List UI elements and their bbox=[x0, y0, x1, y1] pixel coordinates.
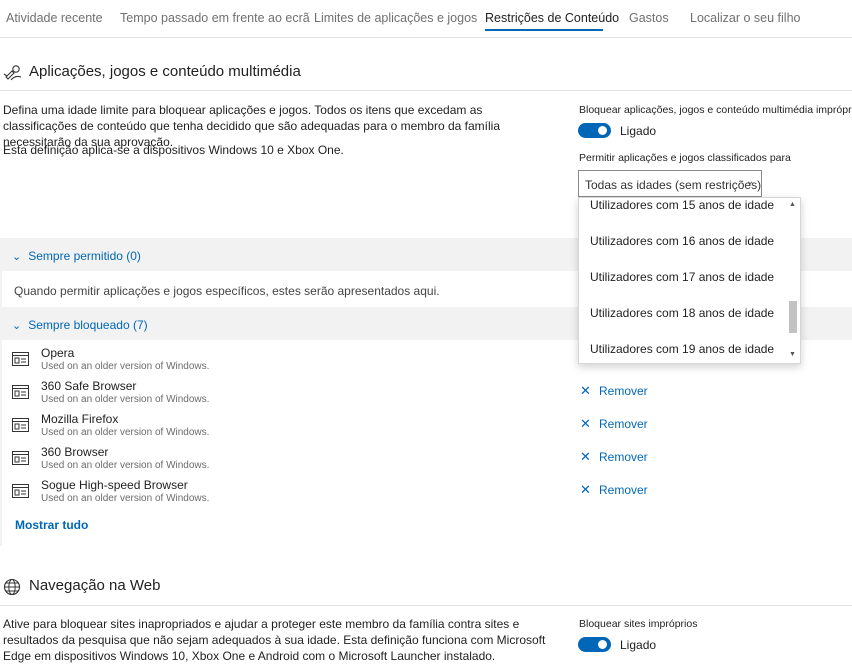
scroll-up-icon[interactable]: ▲ bbox=[789, 201, 796, 208]
divider bbox=[0, 37, 852, 38]
age-option[interactable]: Utilizadores com 15 anos de idade bbox=[590, 198, 774, 212]
age-option[interactable]: Utilizadores com 17 anos de idade bbox=[590, 270, 774, 284]
app-window-icon bbox=[12, 385, 29, 399]
close-icon: ✕ bbox=[580, 482, 591, 497]
app-subtitle: Used on an older version of Windows. bbox=[41, 427, 210, 438]
chevron-down-icon: ⌄ bbox=[12, 251, 22, 263]
remove-button[interactable]: ✕ Remover bbox=[580, 449, 648, 465]
divider bbox=[0, 605, 852, 606]
app-subtitle: Used on an older version of Windows. bbox=[41, 361, 210, 372]
app-name: Opera bbox=[41, 346, 75, 360]
apps-note: Esta definição aplica-se a dispositivos … bbox=[3, 143, 344, 157]
chevron-down-icon: ⌄ bbox=[746, 176, 755, 187]
always-blocked-header[interactable]: ⌄ Sempre bloqueado (7) bbox=[12, 318, 148, 332]
globe-icon bbox=[3, 578, 21, 596]
web-section-header: Navegação na Web bbox=[0, 572, 852, 602]
tab-content-restrictions[interactable]: Restrições de Conteúdo bbox=[485, 11, 619, 25]
list-item: Sogue High-speed Browser Used on an olde… bbox=[12, 478, 812, 508]
app-subtitle: Used on an older version of Windows. bbox=[41, 460, 210, 471]
app-subtitle: Used on an older version of Windows. bbox=[41, 394, 210, 405]
tab-screen-time[interactable]: Tempo passado em frente ao ecrã bbox=[120, 11, 310, 25]
age-limit-select[interactable]: Todas as idades (sem restrições) ⌄ bbox=[578, 170, 762, 197]
block-sites-toggle-state: Ligado bbox=[620, 638, 657, 652]
apps-games-icon bbox=[3, 65, 22, 81]
app-name: Mozilla Firefox bbox=[41, 412, 119, 426]
always-allowed-empty-text: Quando permitir aplicações e jogos espec… bbox=[14, 284, 440, 298]
always-allowed-title: Sempre permitido (0) bbox=[28, 249, 141, 263]
tab-find-your-child[interactable]: Localizar o seu filho bbox=[690, 11, 800, 25]
dropdown-scrollbar[interactable]: ▲ ▼ bbox=[786, 198, 798, 363]
scroll-down-icon[interactable]: ▼ bbox=[789, 351, 796, 358]
apps-section-title: Aplicações, jogos e conteúdo multimédia bbox=[29, 63, 301, 80]
remove-label: Remover bbox=[599, 384, 648, 398]
show-all-link[interactable]: Mostrar tudo bbox=[15, 518, 88, 532]
web-section-title: Navegação na Web bbox=[29, 577, 161, 594]
age-limit-select-value: Todas as idades (sem restrições) bbox=[585, 178, 762, 192]
remove-button[interactable]: ✕ Remover bbox=[580, 416, 648, 432]
remove-label: Remover bbox=[599, 417, 648, 431]
age-option[interactable]: Utilizadores com 19 anos de idade bbox=[590, 342, 774, 356]
list-item: 360 Browser Used on an older version of … bbox=[12, 445, 812, 475]
app-name: 360 Safe Browser bbox=[41, 379, 137, 393]
close-icon: ✕ bbox=[580, 416, 591, 431]
always-allowed-header[interactable]: ⌄ Sempre permitido (0) bbox=[12, 249, 141, 263]
remove-label: Remover bbox=[599, 450, 648, 464]
apps-section-header: Aplicações, jogos e conteúdo multimédia bbox=[0, 58, 852, 88]
app-name: Sogue High-speed Browser bbox=[41, 478, 188, 492]
list-item: Mozilla Firefox Used on an older version… bbox=[12, 412, 812, 442]
app-window-icon bbox=[12, 352, 29, 366]
remove-label: Remover bbox=[599, 483, 648, 497]
tab-recent-activity[interactable]: Atividade recente bbox=[6, 11, 103, 25]
toggle-knob bbox=[598, 126, 607, 135]
close-icon: ✕ bbox=[580, 449, 591, 464]
block-apps-toggle-state: Ligado bbox=[620, 124, 657, 138]
app-window-icon bbox=[12, 451, 29, 465]
chevron-down-icon: ⌄ bbox=[12, 320, 22, 332]
app-window-icon bbox=[12, 484, 29, 498]
block-sites-label: Bloquear sites impróprios bbox=[579, 618, 698, 630]
active-tab-indicator bbox=[485, 29, 603, 31]
app-window-icon bbox=[12, 418, 29, 432]
scrollbar-thumb[interactable] bbox=[789, 301, 797, 333]
age-limit-label: Permitir aplicações e jogos classificado… bbox=[579, 152, 791, 164]
close-icon: ✕ bbox=[580, 383, 591, 398]
app-subtitle: Used on an older version of Windows. bbox=[41, 493, 210, 504]
age-option[interactable]: Utilizadores com 18 anos de idade bbox=[590, 306, 774, 320]
age-option[interactable]: Utilizadores com 16 anos de idade bbox=[590, 234, 774, 248]
toggle-knob bbox=[598, 640, 607, 649]
age-limit-dropdown: Utilizadores com 15 anos de idade Utiliz… bbox=[578, 197, 801, 364]
tab-app-game-limits[interactable]: Limites de aplicações e jogos bbox=[314, 11, 477, 25]
block-apps-label: Bloquear aplicações, jogos e conteúdo mu… bbox=[579, 104, 852, 116]
web-description: Ative para bloquear sites inapropriados … bbox=[3, 617, 546, 663]
tab-spending[interactable]: Gastos bbox=[629, 11, 669, 25]
remove-button[interactable]: ✕ Remover bbox=[580, 383, 648, 399]
tab-bar: Atividade recente Tempo passado em frent… bbox=[0, 0, 852, 38]
list-item: 360 Safe Browser Used on an older versio… bbox=[12, 379, 812, 409]
block-apps-toggle[interactable] bbox=[578, 123, 611, 138]
always-blocked-title: Sempre bloqueado (7) bbox=[28, 318, 148, 332]
app-name: 360 Browser bbox=[41, 445, 109, 459]
remove-button[interactable]: ✕ Remover bbox=[580, 482, 648, 498]
block-sites-toggle[interactable] bbox=[578, 637, 611, 652]
divider bbox=[0, 90, 852, 91]
